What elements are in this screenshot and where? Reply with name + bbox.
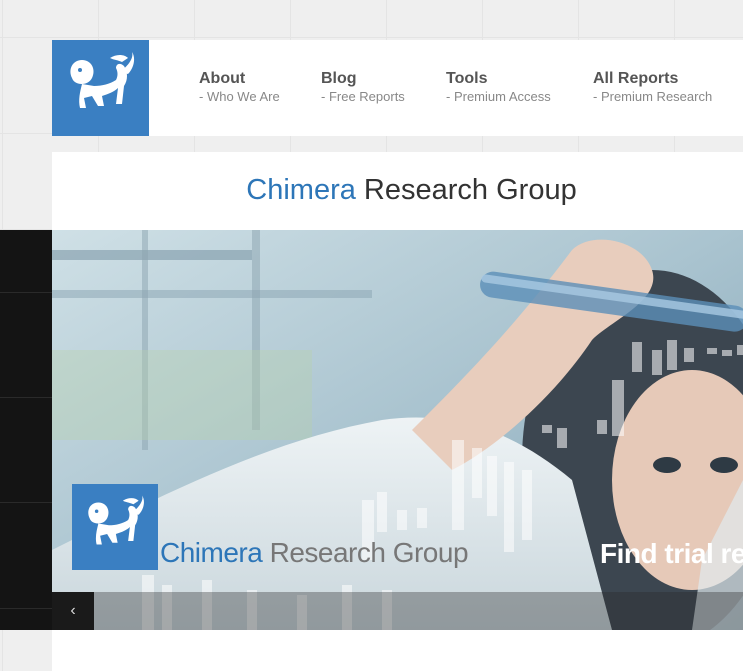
nav-label: Blog bbox=[321, 70, 357, 87]
hero-brand-accent: Chimera bbox=[160, 537, 263, 568]
left-gutter bbox=[0, 230, 52, 630]
nav-label: All Reports bbox=[593, 70, 679, 87]
hero-brand-logo bbox=[72, 484, 158, 570]
divider bbox=[0, 397, 52, 398]
hero-brand-text: Chimera Research Group bbox=[160, 537, 469, 569]
page-title: Chimera Research Group bbox=[52, 174, 743, 207]
nav-label: About bbox=[199, 70, 246, 87]
divider bbox=[0, 502, 52, 503]
griffin-lion-logo-icon bbox=[88, 495, 144, 545]
nav-sublabel: - Premium Access bbox=[446, 89, 551, 104]
nav-item-blog[interactable]: Blog - Free Reports bbox=[321, 70, 405, 105]
nav-sublabel: - Free Reports bbox=[321, 89, 405, 104]
hero-image bbox=[52, 230, 743, 630]
chevron-left-icon: ‹ bbox=[70, 602, 76, 619]
slider-controls-bar bbox=[52, 592, 743, 630]
slider-prev-button[interactable]: ‹ bbox=[52, 592, 94, 630]
title-bar: Chimera Research Group bbox=[52, 152, 743, 230]
site-logo[interactable] bbox=[52, 40, 149, 136]
divider bbox=[0, 292, 52, 293]
nav-item-tools[interactable]: Tools - Premium Access bbox=[446, 70, 551, 105]
content-area bbox=[52, 630, 743, 671]
hero-caption: Find trial resu bbox=[600, 538, 743, 569]
nav-label: Tools bbox=[446, 70, 488, 87]
griffin-lion-logo-icon bbox=[69, 52, 134, 108]
hero-brand-rest: Research Group bbox=[262, 537, 469, 568]
nav-sublabel: - Premium Research bbox=[593, 89, 713, 104]
title-rest: Research Group bbox=[355, 174, 577, 206]
divider bbox=[0, 608, 52, 609]
nav-item-all-reports[interactable]: All Reports - Premium Research bbox=[593, 70, 712, 105]
hero-slider[interactable]: Chimera Research Group Find trial resu ‹ bbox=[52, 230, 743, 630]
title-accent: Chimera bbox=[246, 174, 356, 206]
nav-sublabel: - Who We Are bbox=[199, 89, 280, 104]
nav-item-about[interactable]: About - Who We Are bbox=[199, 70, 280, 105]
